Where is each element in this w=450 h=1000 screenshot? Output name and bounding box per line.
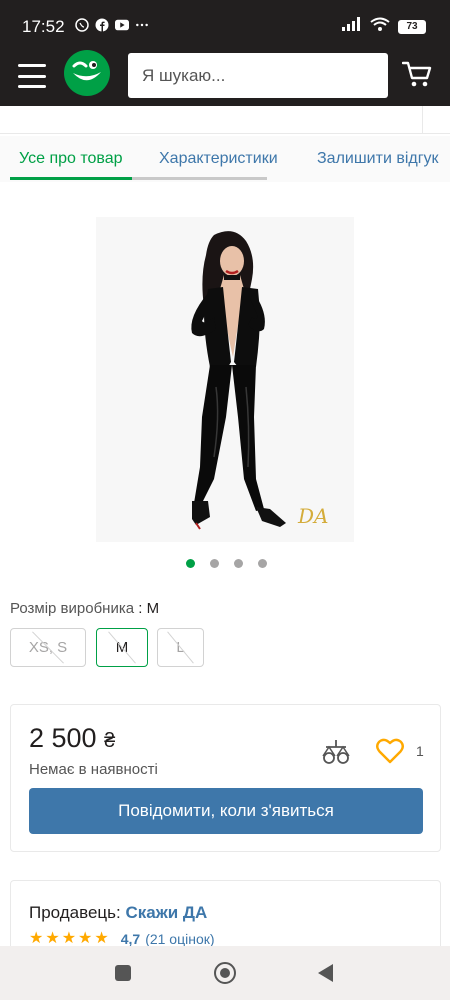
facebook-icon (95, 18, 109, 32)
notify-when-available-button[interactable]: Повідомити, коли з'явиться (29, 788, 423, 834)
star-icon: ★ (94, 930, 109, 947)
svg-text:DA: DA (297, 504, 328, 528)
price-card: 2 500 ₴ Немає в наявності 1 Повідомити, … (10, 704, 441, 852)
product-price: 2 500 ₴ (29, 723, 115, 754)
status-bar: 17:52 73 (0, 0, 450, 50)
size-label-text: Розмір виробника (10, 600, 135, 617)
wishlist-heart-icon[interactable] (376, 738, 404, 764)
active-tab-indicator (10, 177, 132, 180)
product-tabs: Усе про товар Характеристики Залишити ві… (0, 136, 450, 182)
wishlist-count: 1 (416, 743, 424, 759)
home-icon[interactable] (214, 962, 236, 984)
seller-line: Продавець: Скажи ДА (29, 903, 207, 923)
menu-icon[interactable] (18, 64, 46, 88)
star-icon: ★ (78, 930, 93, 947)
youtube-icon (115, 18, 129, 32)
star-icon: ★ (29, 930, 44, 947)
back-icon[interactable] (318, 964, 333, 982)
availability-status: Немає в наявності (29, 761, 158, 778)
battery-icon: 73 (398, 19, 426, 34)
size-option-l[interactable]: L (157, 628, 204, 667)
size-label: Розмір виробника : M (10, 600, 160, 617)
star-icon: ★ (45, 930, 60, 947)
seller-rating[interactable]: ★ ★ ★ ★ ★ 4,7 (21 оцінок) (29, 930, 215, 948)
wifi-icon (370, 17, 390, 36)
gallery-dot[interactable] (210, 559, 219, 568)
more-dots-icon (135, 18, 149, 32)
size-option-xs-s[interactable]: XS, S (10, 628, 86, 667)
recent-apps-icon[interactable] (115, 965, 131, 981)
tab-characteristics[interactable]: Характеристики (159, 150, 278, 168)
compare-scales-icon[interactable] (321, 737, 351, 767)
product-image[interactable]: DA (96, 217, 354, 542)
gallery-dot[interactable] (234, 559, 243, 568)
status-time: 17:52 (22, 17, 65, 36)
breadcrumb-strip (0, 106, 450, 134)
star-icon: ★ (61, 930, 77, 947)
gallery-dot[interactable] (186, 559, 195, 568)
system-nav-bar (0, 946, 450, 1000)
seller-prefix: Продавець: (29, 903, 126, 922)
price-value: 2 500 (29, 723, 97, 753)
search-input[interactable] (128, 53, 388, 98)
gallery-dot[interactable] (258, 559, 267, 568)
seller-name-link[interactable]: Скажи ДА (125, 903, 207, 922)
currency-symbol: ₴ (104, 730, 116, 752)
search-box[interactable] (128, 53, 388, 98)
cart-icon[interactable] (401, 60, 434, 90)
rating-value: 4,7 (120, 931, 141, 947)
rating-count: (21 оцінок) (145, 931, 215, 947)
viber-icon (75, 18, 89, 32)
tab-leave-review[interactable]: Залишити відгук (317, 150, 441, 168)
tab-scroll-track (132, 177, 267, 180)
gallery-pagination (186, 559, 267, 568)
tab-all-about-product[interactable]: Усе про товар (19, 150, 123, 168)
signal-icon (342, 17, 362, 36)
size-selected-value: M (146, 600, 160, 617)
rozetka-logo[interactable] (64, 50, 110, 96)
app-header (0, 50, 450, 106)
size-option-m[interactable]: M (96, 628, 148, 667)
